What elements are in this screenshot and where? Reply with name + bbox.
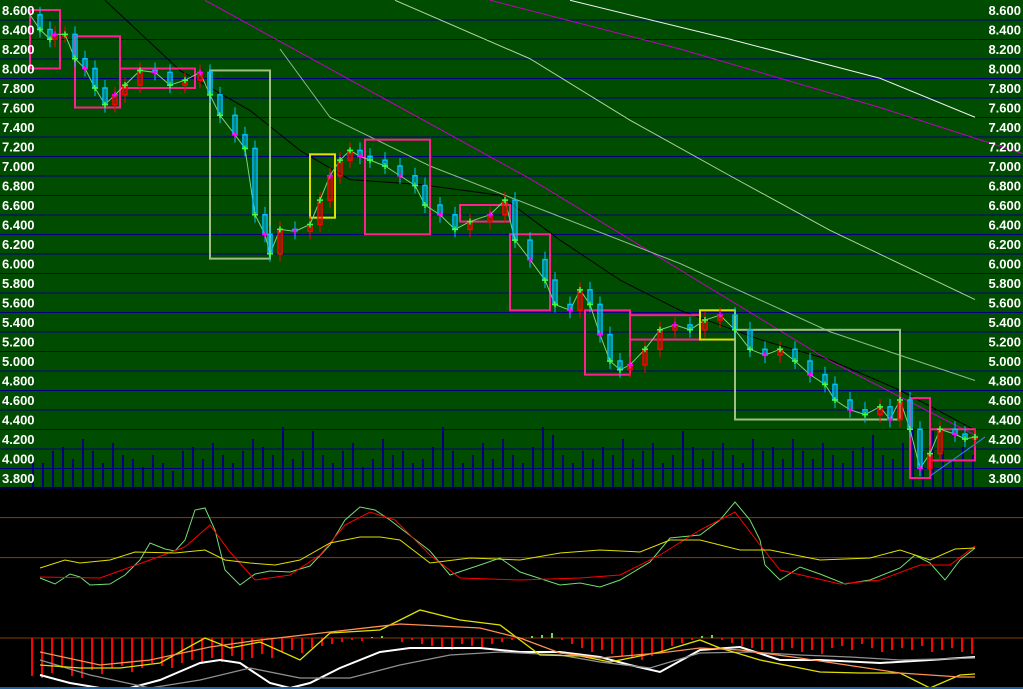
y-tick-label-right: 6.200 — [988, 237, 1021, 252]
y-tick-label-right: 4.800 — [988, 374, 1021, 389]
y-tick-label-right: 4.200 — [988, 432, 1021, 447]
macd-panel — [0, 609, 1023, 689]
y-tick-label-right: 5.000 — [988, 354, 1021, 369]
y-tick-label-right: 6.800 — [988, 179, 1021, 194]
y-tick-label-left: 7.200 — [2, 140, 35, 155]
y-tick-label-right: 6.400 — [988, 218, 1021, 233]
stock-chart[interactable]: 8.600 8.400 8.200 8.000 7.800 7.600 7.400 7.200… — [0, 0, 1023, 689]
y-tick-label-right: 8.200 — [988, 42, 1021, 57]
y-tick-label-left: 4.000 — [2, 452, 35, 467]
y-tick-label-left: 4.800 — [2, 374, 35, 389]
y-tick-label-right: 7.800 — [988, 81, 1021, 96]
y-tick-label-left: 5.800 — [2, 276, 35, 291]
y-tick-label-right: 6.600 — [988, 198, 1021, 213]
y-tick-label-right: 5.400 — [988, 315, 1021, 330]
y-tick-label-left: 7.000 — [2, 159, 35, 174]
y-tick-label-left: 5.400 — [2, 315, 35, 330]
y-tick-label-left: 7.600 — [2, 101, 35, 116]
stock-chart-window: 8.600 8.400 8.200 8.000 7.800 7.600 7.400 7.200… — [0, 0, 1023, 689]
y-tick-label-left: 6.400 — [2, 218, 35, 233]
y-tick-label-right: 5.800 — [988, 276, 1021, 291]
y-tick-label-left: 8.000 — [2, 62, 35, 77]
y-tick-label-right: 3.800 — [988, 471, 1021, 486]
y-tick-label-left: 8.600 — [2, 3, 35, 18]
oscillator-panel — [0, 501, 1023, 588]
y-tick-label-right: 4.000 — [988, 452, 1021, 467]
y-tick-label-right: 7.400 — [988, 120, 1021, 135]
y-axis-right: 8.600 8.400 8.200 8.000 7.800 7.600 7.400 7.200… — [988, 3, 1021, 486]
y-tick-label-left: 6.000 — [2, 257, 35, 272]
y-tick-label-right: 4.600 — [988, 393, 1021, 408]
oscillator-k-line — [39, 501, 976, 588]
oscillator-d-line — [39, 511, 976, 585]
y-tick-label-left: 8.400 — [2, 23, 35, 38]
y-tick-label-left: 6.800 — [2, 179, 35, 194]
y-tick-label-left: 7.400 — [2, 120, 35, 135]
y-tick-label-right: 8.400 — [988, 23, 1021, 38]
y-tick-label-right: 5.200 — [988, 335, 1021, 350]
y-tick-label-right: 5.600 — [988, 296, 1021, 311]
y-tick-label-left: 5.600 — [2, 296, 35, 311]
y-tick-label-left: 6.200 — [2, 237, 35, 252]
y-tick-label-left: 3.800 — [2, 471, 35, 486]
y-tick-label-left: 4.200 — [2, 432, 35, 447]
y-tick-label-left: 4.400 — [2, 413, 35, 428]
macd-dea-line — [39, 651, 976, 689]
y-tick-label-right: 8.600 — [988, 3, 1021, 18]
y-tick-label-right: 7.600 — [988, 101, 1021, 116]
y-tick-label-right: 7.200 — [988, 140, 1021, 155]
y-tick-label-left: 8.200 — [2, 42, 35, 57]
y-tick-label-left: 5.200 — [2, 335, 35, 350]
macd-yellow-line — [39, 609, 976, 689]
y-tick-label-right: 6.000 — [988, 257, 1021, 272]
y-tick-label-left: 5.000 — [2, 354, 35, 369]
y-axis-left: 8.600 8.400 8.200 8.000 7.800 7.600 7.400 7.200… — [2, 3, 35, 486]
y-tick-label-right: 8.000 — [988, 62, 1021, 77]
y-tick-label-left: 7.800 — [2, 81, 35, 96]
y-tick-label-right: 7.000 — [988, 159, 1021, 174]
y-tick-label-right: 4.400 — [988, 413, 1021, 428]
y-tick-label-left: 4.600 — [2, 393, 35, 408]
y-tick-label-left: 6.600 — [2, 198, 35, 213]
